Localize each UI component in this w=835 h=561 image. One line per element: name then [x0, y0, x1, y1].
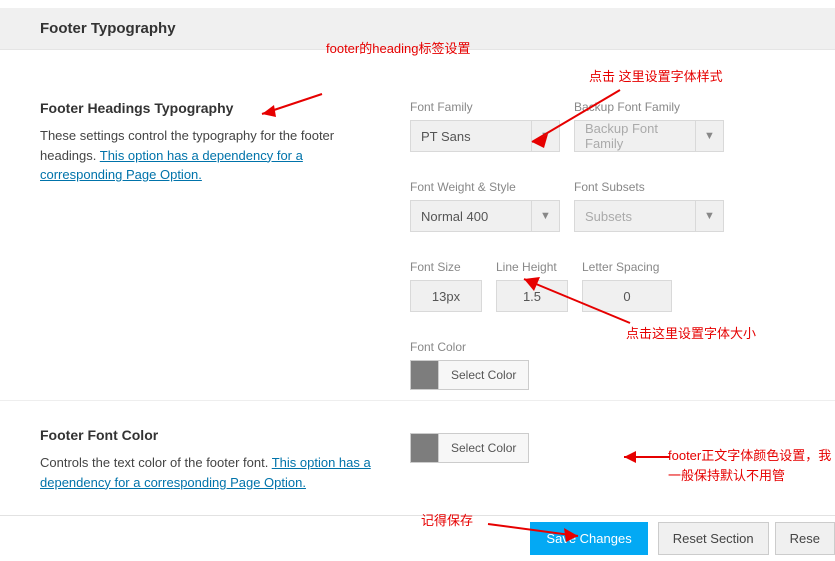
letter-spacing-label: Letter Spacing	[582, 260, 672, 274]
reset-section-button[interactable]: Reset Section	[658, 522, 769, 555]
footer-color-button[interactable]: Select Color	[410, 433, 529, 463]
letter-spacing-input[interactable]	[582, 280, 672, 312]
controls-panel: Select Color	[410, 427, 815, 492]
controls-panel: Font Family PT Sans ▼ Backup Font Family…	[410, 100, 815, 390]
font-color-field: Font Color Select Color	[410, 340, 529, 390]
section-description: Footer Font Color Controls the text colo…	[40, 427, 410, 492]
save-changes-button[interactable]: Save Changes	[530, 522, 647, 555]
letter-spacing-field: Letter Spacing	[582, 260, 672, 312]
chevron-down-icon: ▼	[531, 121, 559, 151]
subsection-heading: Footer Headings Typography	[40, 100, 380, 116]
color-swatch	[411, 361, 439, 389]
subsection-heading: Footer Font Color	[40, 427, 380, 443]
font-family-select[interactable]: PT Sans ▼	[410, 120, 560, 152]
font-family-label: Font Family	[410, 100, 560, 114]
font-subsets-field: Font Subsets Subsets ▼	[574, 180, 724, 232]
font-subsets-label: Font Subsets	[574, 180, 724, 194]
chevron-down-icon: ▼	[695, 201, 723, 231]
section-description: Footer Headings Typography These setting…	[40, 100, 410, 390]
font-weight-field: Font Weight & Style Normal 400 ▼	[410, 180, 560, 232]
color-swatch	[411, 434, 439, 462]
line-height-input[interactable]	[496, 280, 568, 312]
backup-font-family-label: Backup Font Family	[574, 100, 724, 114]
save-bar: Save Changes Reset Section Rese	[0, 515, 835, 561]
font-family-field: Font Family PT Sans ▼	[410, 100, 560, 152]
font-color-label: Font Color	[410, 340, 529, 354]
line-height-field: Line Height	[496, 260, 568, 312]
reset-all-button[interactable]: Rese	[775, 522, 835, 555]
font-color-button[interactable]: Select Color	[410, 360, 529, 390]
backup-font-family-field: Backup Font Family Backup Font Family ▼	[574, 100, 724, 152]
subsection-desc: Controls the text color of the footer fo…	[40, 453, 380, 492]
footer-headings-section: Footer Headings Typography These setting…	[0, 80, 835, 401]
font-weight-label: Font Weight & Style	[410, 180, 560, 194]
font-weight-select[interactable]: Normal 400 ▼	[410, 200, 560, 232]
chevron-down-icon: ▼	[695, 121, 723, 151]
font-size-field: Font Size	[410, 260, 482, 312]
font-size-input[interactable]	[410, 280, 482, 312]
subsection-desc: These settings control the typography fo…	[40, 126, 380, 185]
font-size-label: Font Size	[410, 260, 482, 274]
backup-font-family-select[interactable]: Backup Font Family ▼	[574, 120, 724, 152]
font-subsets-select[interactable]: Subsets ▼	[574, 200, 724, 232]
section-title: Footer Typography	[40, 20, 815, 37]
chevron-down-icon: ▼	[531, 201, 559, 231]
line-height-label: Line Height	[496, 260, 568, 274]
section-header: Footer Typography	[0, 8, 835, 50]
footer-font-color-section: Footer Font Color Controls the text colo…	[0, 401, 835, 532]
